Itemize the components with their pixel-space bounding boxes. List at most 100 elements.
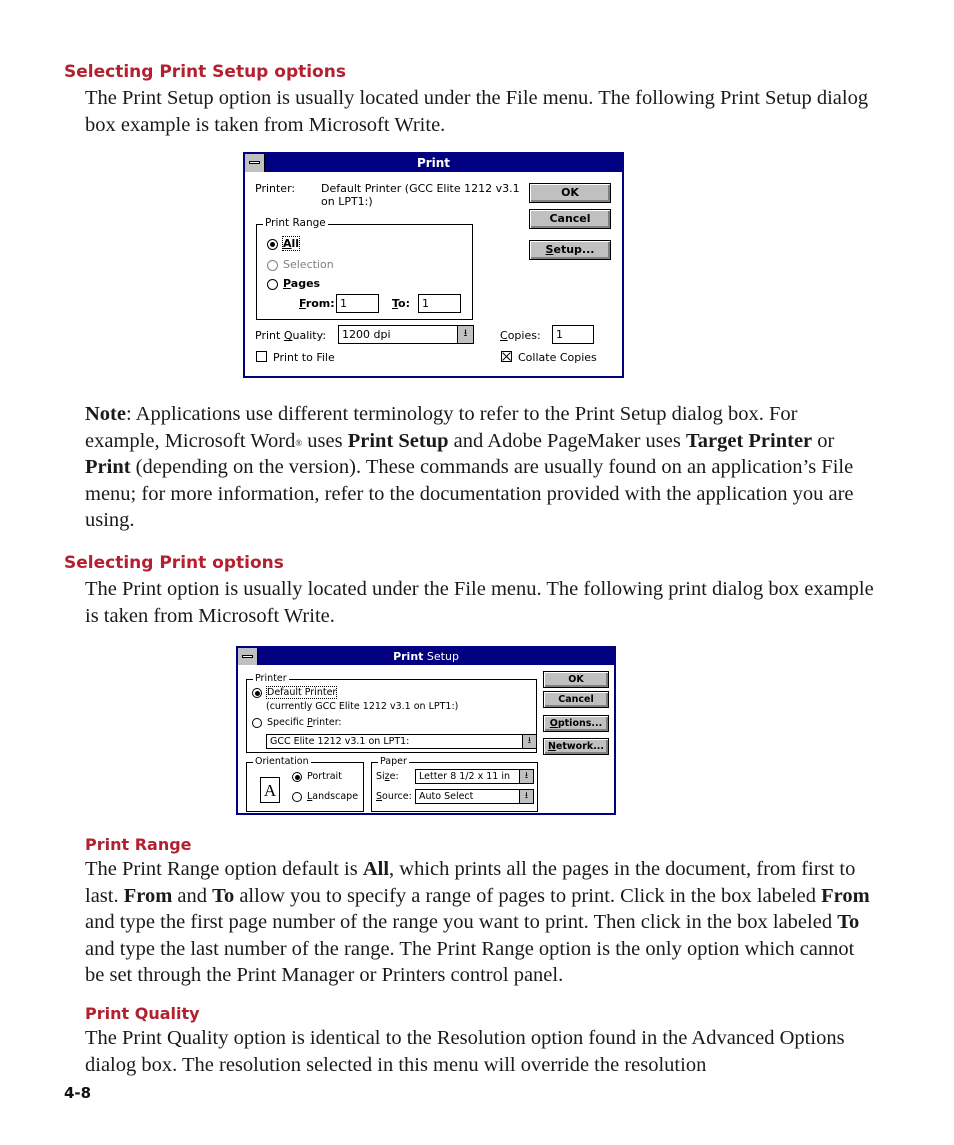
specific-rest: rinter:: [312, 717, 342, 728]
printer-group: Printer Default Printer (currently GCC E…: [246, 673, 537, 753]
dropdown-arrow-icon[interactable]: ⭳: [519, 790, 533, 803]
registered-mark: ®: [295, 437, 303, 448]
network-mnemonic: N: [547, 741, 556, 752]
section-heading-print: Selecting Print options: [64, 553, 284, 573]
size-label: Size:: [376, 771, 399, 782]
radio-default-printer[interactable]: [252, 688, 262, 698]
radio-selection-label: Selection: [283, 258, 334, 271]
para-bold: To: [837, 911, 860, 934]
to-label: To:: [392, 297, 410, 310]
network-button[interactable]: Network...: [543, 738, 609, 755]
to-text: o:: [398, 297, 411, 310]
subheading-print-range: Print Range: [85, 835, 192, 854]
specific-printer-label: Specific Printer:: [267, 717, 342, 728]
print-quality-paragraph: The Print Quality option is identical to…: [85, 1027, 845, 1076]
quality-rest: uality:: [292, 329, 327, 342]
page-number: 4-8: [64, 1084, 92, 1102]
note-text: uses: [302, 429, 348, 452]
print-setup-intro: The Print Setup option is usually locate…: [85, 87, 869, 136]
dialog-title: Print: [416, 156, 451, 170]
radio-landscape[interactable]: [292, 792, 302, 802]
printer-value-line2: on LPT1:): [321, 195, 373, 208]
radio-portrait[interactable]: [292, 772, 302, 782]
dropdown-arrow-icon[interactable]: ⭳: [457, 326, 473, 343]
copies-label: Copies:: [500, 329, 541, 342]
print-range-group: Print Range All Selection Pages From: 1 …: [256, 217, 473, 320]
para-bold: All: [362, 858, 390, 880]
dropdown-arrow-icon[interactable]: ⭳: [522, 735, 536, 748]
paper-source-dropdown[interactable]: Auto Select ⭳: [415, 789, 534, 804]
size-pre: Si: [376, 771, 385, 782]
specific-printer-dropdown[interactable]: GCC Elite 1212 v3.1 on LPT1: ⭳: [266, 734, 537, 749]
note-bold: Target Printer: [685, 429, 813, 452]
landscape-label: Landscape: [307, 791, 358, 802]
specific-pre: Specific: [267, 717, 307, 728]
copies-mnemonic: C: [500, 329, 508, 342]
copies-input[interactable]: 1: [552, 325, 594, 344]
paper-group: Paper Size: Letter 8 1/2 x 11 in ⭳ Sourc…: [371, 756, 538, 812]
pages-mnemonic: P: [283, 277, 291, 290]
para-text: and type the first page number of the ra…: [85, 911, 838, 934]
all-label: ll: [291, 237, 300, 250]
to-input[interactable]: 1: [418, 294, 461, 313]
system-menu-icon[interactable]: [245, 154, 265, 172]
note-bold: Print Setup: [347, 429, 449, 452]
print-to-file-label: Print to File: [273, 351, 335, 364]
setup-button[interactable]: Setup...: [529, 240, 611, 260]
para-text: and type the last number of the range. T…: [85, 937, 855, 987]
orientation-group: Orientation A Portrait Landscape: [246, 756, 364, 812]
printer-label: Printer:: [255, 182, 296, 195]
setup-label: etup...: [553, 243, 595, 256]
radio-specific-printer[interactable]: [252, 718, 262, 728]
from-label: From:: [299, 297, 335, 310]
print-quality-dropdown[interactable]: 1200 dpi ⭳: [338, 325, 474, 344]
portrait-label: Portrait: [307, 771, 342, 782]
paper-source-value: Auto Select: [419, 791, 474, 802]
default-printer-label[interactable]: Default Printer: [265, 686, 338, 699]
print-quality-label: Print Quality:: [255, 329, 326, 342]
copies-rest: opies:: [507, 329, 541, 342]
section-heading-print-setup: Selecting Print Setup options: [64, 62, 346, 82]
from-input[interactable]: 1: [336, 294, 379, 313]
options-mnemonic: O: [549, 718, 558, 729]
collate-copies-checkbox[interactable]: [501, 351, 512, 362]
ok-button[interactable]: OK: [543, 671, 609, 688]
system-menu-icon[interactable]: [238, 648, 258, 665]
from-text: rom:: [305, 297, 335, 310]
dialog-title-bold: Print: [393, 650, 424, 663]
cancel-button[interactable]: Cancel: [543, 691, 609, 708]
print-intro: The Print option is usually located unde…: [85, 578, 874, 627]
quality-pre: Print: [255, 329, 284, 342]
print-dialog: Print Printer: Default Printer (GCC Elit…: [243, 152, 624, 378]
note-text: or: [812, 429, 835, 452]
radio-selection[interactable]: [267, 260, 278, 271]
dialog-title-rest: Setup: [423, 650, 459, 663]
para-text: and: [172, 884, 213, 907]
print-range-legend: Print Range: [263, 217, 328, 229]
network-label: etwork...: [555, 741, 605, 752]
para-bold: From: [123, 884, 173, 907]
landscape-rest: andscape: [312, 791, 359, 802]
print-dialog-titlebar[interactable]: Print: [245, 154, 622, 172]
para-bold: From: [821, 884, 870, 907]
printer-value-line1: Default Printer (GCC Elite 1212 v3.1: [321, 182, 520, 195]
para-text: allow you to specify a range of pages to…: [234, 884, 822, 907]
options-button[interactable]: Options...: [543, 715, 609, 732]
para-bold: To: [212, 884, 235, 907]
orientation-legend: Orientation: [253, 756, 311, 767]
print-setup-titlebar[interactable]: Print Setup: [238, 648, 614, 665]
radio-pages-label[interactable]: Pages: [283, 277, 320, 290]
source-label: Source:: [376, 791, 412, 802]
cancel-button[interactable]: Cancel: [529, 209, 611, 229]
radio-pages[interactable]: [267, 279, 278, 290]
dropdown-arrow-icon[interactable]: ⭳: [519, 770, 533, 783]
paper-size-dropdown[interactable]: Letter 8 1/2 x 11 in ⭳: [415, 769, 534, 784]
printer-legend: Printer: [253, 673, 289, 684]
print-to-file-checkbox[interactable]: [256, 351, 267, 362]
radio-all[interactable]: [267, 239, 278, 250]
ok-button[interactable]: OK: [529, 183, 611, 203]
note-text: (depending on the version). These comman…: [85, 456, 854, 532]
source-rest: ource:: [382, 791, 412, 802]
paper-legend: Paper: [378, 756, 409, 767]
radio-all-label[interactable]: All: [281, 236, 301, 251]
